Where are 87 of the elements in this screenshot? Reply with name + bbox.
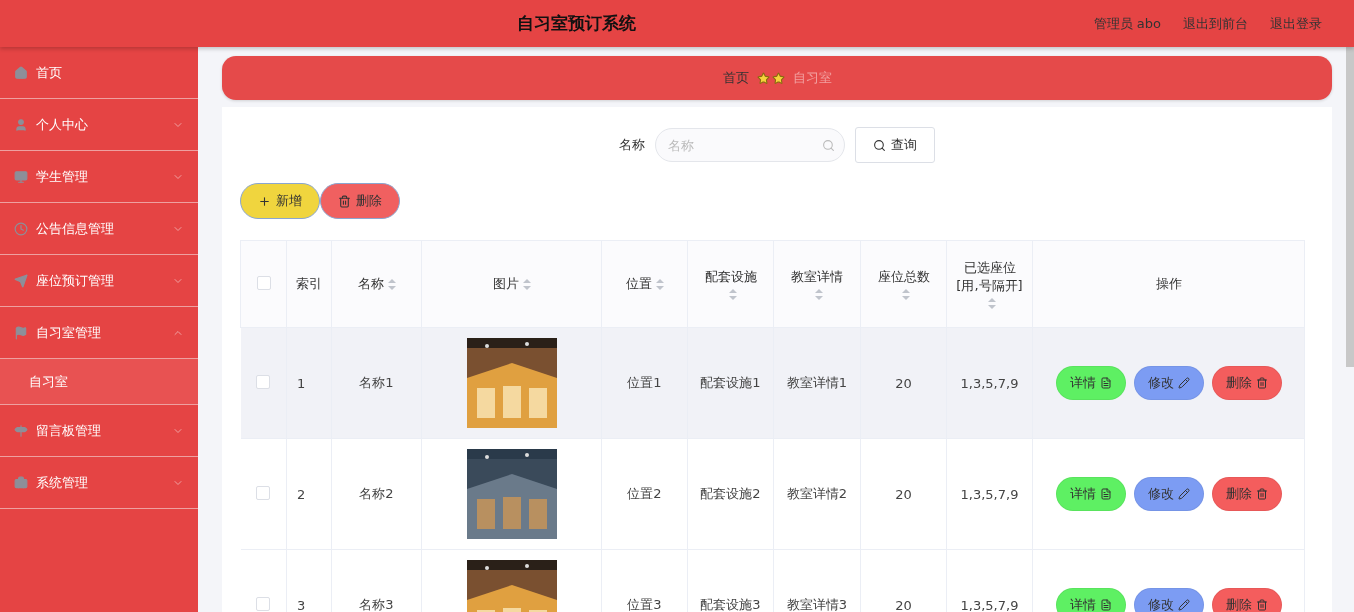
scrollbar[interactable] bbox=[1346, 47, 1354, 367]
table-row[interactable]: 2 名称2 位置2 配套设施2 教室详情2 20 1,3,5,7,9 详情 修改 删除 bbox=[240, 438, 1305, 550]
edit-button[interactable]: 修改 bbox=[1133, 588, 1204, 612]
document-icon bbox=[1099, 377, 1112, 389]
table-cell: 名称1 bbox=[331, 327, 422, 439]
table-cell: 20 bbox=[860, 549, 947, 612]
edit-button[interactable]: 修改 bbox=[1133, 477, 1204, 511]
table-cell: 1,3,5,7,9 bbox=[946, 327, 1033, 439]
column-header[interactable]: 图片 bbox=[421, 240, 602, 328]
detail-button[interactable]: 详情 bbox=[1055, 366, 1126, 400]
table-cell: 位置3 bbox=[601, 549, 688, 612]
table-cell: 名称2 bbox=[331, 438, 422, 550]
table-row[interactable]: 1 名称1 位置1 配套设施1 教室详情1 20 1,3,5,7,9 详情 修改 删除 bbox=[240, 327, 1305, 439]
delete-button[interactable]: 删除 bbox=[1211, 366, 1282, 400]
briefcase-icon bbox=[14, 475, 28, 490]
table-cell: 20 bbox=[860, 327, 947, 439]
sort-icon[interactable] bbox=[728, 288, 737, 300]
search-label: 名称 bbox=[619, 136, 645, 154]
table-cell: 位置1 bbox=[601, 327, 688, 439]
search-field[interactable]: 名称 bbox=[655, 128, 845, 162]
header-link[interactable]: 退出到前台 bbox=[1183, 14, 1248, 33]
table-cell: 1,3,5,7,9 bbox=[946, 438, 1033, 550]
sort-icon[interactable] bbox=[901, 288, 910, 300]
plus-icon bbox=[258, 194, 271, 208]
search-button[interactable]: 查询 bbox=[855, 127, 935, 163]
edit-button[interactable]: 修改 bbox=[1133, 366, 1204, 400]
delete-button[interactable]: 删除 bbox=[320, 183, 400, 219]
table-cell: 位置2 bbox=[601, 438, 688, 550]
row-checkbox[interactable] bbox=[256, 374, 271, 389]
table-cell: 1,3,5,7,9 bbox=[946, 549, 1033, 612]
table-cell: 20 bbox=[860, 438, 947, 550]
pencil-icon bbox=[1177, 377, 1190, 389]
home-icon bbox=[14, 65, 28, 80]
search-icon bbox=[822, 139, 835, 152]
monitor-icon bbox=[14, 169, 28, 184]
delete-button[interactable]: 删除 bbox=[1211, 588, 1282, 612]
trash-icon bbox=[1255, 377, 1268, 389]
table-cell: 配套设施2 bbox=[687, 438, 774, 550]
document-icon bbox=[1099, 599, 1112, 611]
paper-plane-icon bbox=[14, 273, 28, 288]
pencil-icon bbox=[1177, 488, 1190, 500]
select-all-checkbox[interactable] bbox=[256, 275, 271, 290]
header-link[interactable]: 退出登录 bbox=[1270, 14, 1322, 33]
sort-icon[interactable] bbox=[387, 279, 396, 290]
table-cell: 教室详情3 bbox=[773, 549, 861, 612]
user-icon bbox=[14, 117, 28, 132]
column-header[interactable]: 教室详情 bbox=[773, 240, 861, 328]
table-row[interactable]: 3 名称3 位置3 配套设施3 教室详情3 20 1,3,5,7,9 详情 修改 删除 bbox=[240, 549, 1305, 612]
sort-icon[interactable] bbox=[522, 279, 531, 290]
pencil-icon bbox=[1177, 599, 1190, 611]
table-cell: 配套设施3 bbox=[687, 549, 774, 612]
detail-button[interactable]: 详情 bbox=[1055, 588, 1126, 612]
header-link[interactable]: 管理员 abo bbox=[1093, 14, 1161, 33]
flag-icon bbox=[14, 325, 28, 340]
table-cell: 1 bbox=[286, 327, 332, 439]
trash-icon bbox=[1255, 599, 1268, 611]
table-cell: 教室详情2 bbox=[773, 438, 861, 550]
row-checkbox[interactable] bbox=[256, 485, 271, 500]
sort-icon[interactable] bbox=[815, 288, 823, 300]
stars-separator-icon bbox=[756, 71, 785, 85]
column-header[interactable]: 座位总数 bbox=[860, 240, 947, 328]
table-cell: 3 bbox=[286, 549, 332, 612]
sort-icon[interactable] bbox=[655, 279, 664, 290]
search-icon bbox=[873, 138, 886, 152]
column-header[interactable]: 配套设施 bbox=[687, 240, 774, 328]
signpost-icon bbox=[14, 423, 28, 438]
table-cell: 2 bbox=[286, 438, 332, 550]
column-header: 索引 bbox=[286, 240, 332, 328]
sort-icon[interactable] bbox=[987, 297, 996, 309]
column-header[interactable]: 名称 bbox=[331, 240, 422, 328]
trash-icon bbox=[338, 194, 351, 208]
table-cell: 配套设施1 bbox=[687, 327, 774, 439]
clock-icon bbox=[14, 221, 28, 236]
table-cell: 教室详情1 bbox=[773, 327, 861, 439]
detail-button[interactable]: 详情 bbox=[1055, 477, 1126, 511]
trash-icon bbox=[1255, 488, 1268, 500]
column-header: 操作 bbox=[1032, 240, 1305, 328]
document-icon bbox=[1099, 488, 1112, 500]
add-button[interactable]: 新增 bbox=[240, 183, 320, 219]
column-header[interactable]: 已选座位[用,号隔开] bbox=[946, 240, 1033, 328]
column-header[interactable]: 位置 bbox=[601, 240, 688, 328]
app-title: 自习室预订系统 bbox=[516, 12, 638, 35]
breadcrumb-item[interactable]: 首页 bbox=[722, 69, 749, 87]
row-checkbox[interactable] bbox=[256, 596, 271, 611]
table-cell: 名称3 bbox=[331, 549, 422, 612]
delete-button[interactable]: 删除 bbox=[1211, 477, 1282, 511]
sidebar-subitem[interactable]: 自习室 bbox=[0, 359, 198, 405]
